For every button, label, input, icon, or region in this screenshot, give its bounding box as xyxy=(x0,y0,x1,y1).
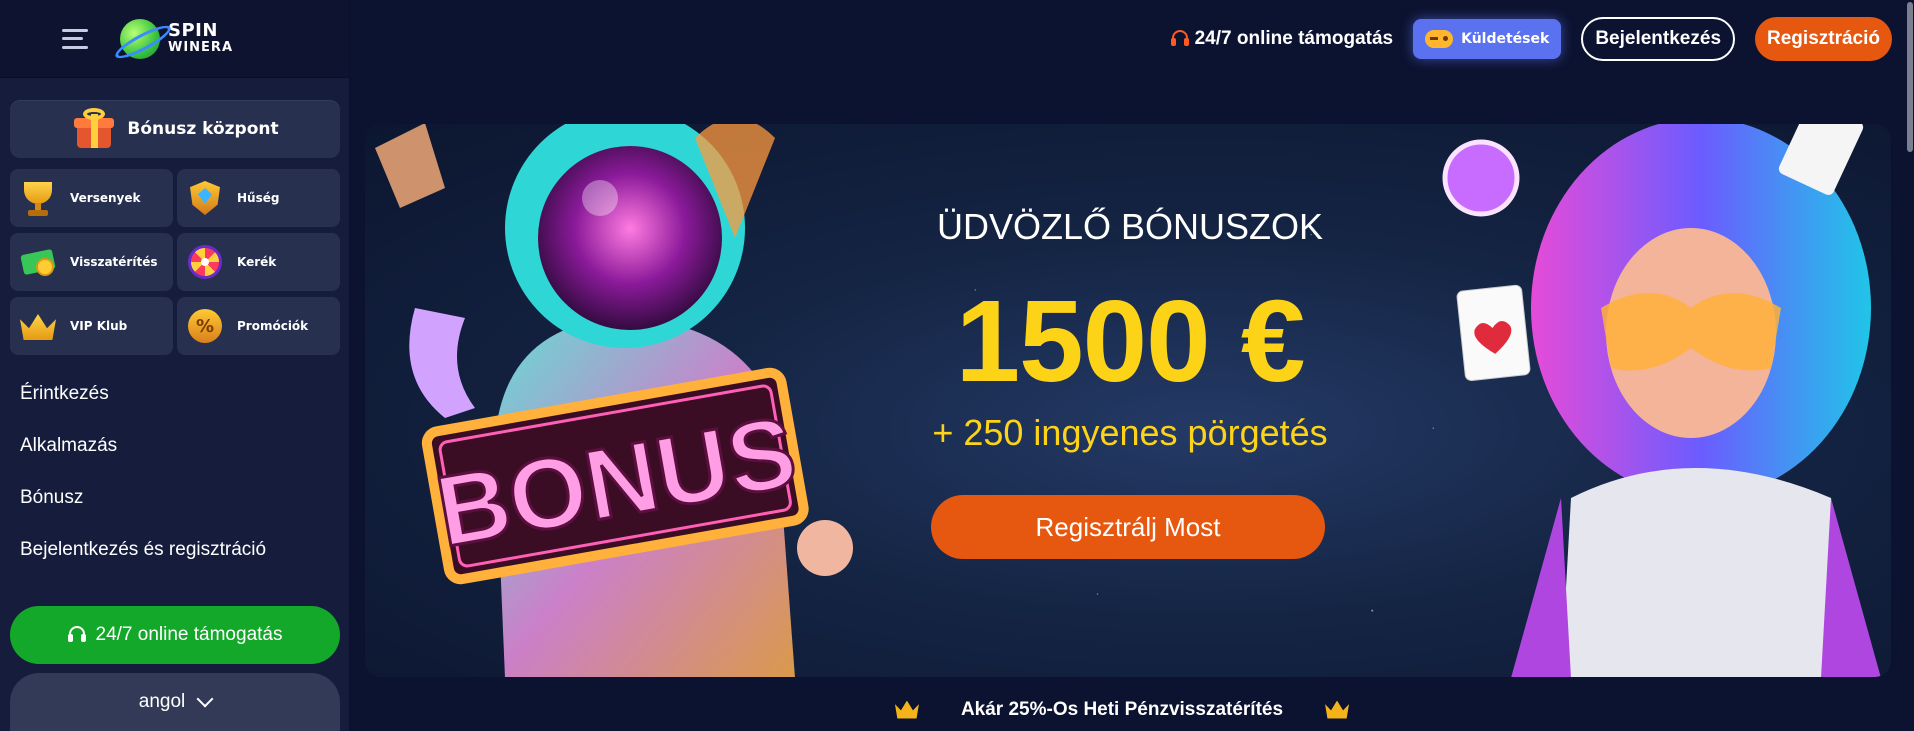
header-support[interactable]: 24/7 online támogatás xyxy=(1170,28,1394,50)
shield-icon xyxy=(185,178,225,218)
logo-line2: WINERA xyxy=(168,39,234,55)
language-value: angol xyxy=(138,691,186,712)
sidebar-item-label: Versenyek xyxy=(70,191,141,205)
gamepad-icon xyxy=(1425,30,1454,48)
support-button[interactable]: 24/7 online támogatás xyxy=(10,606,340,664)
sidebar-header: SPIN WINERA xyxy=(0,0,349,78)
sidebar-item-cashback[interactable]: Visszatérítés xyxy=(10,233,173,291)
nav-link-login-register[interactable]: Bejelentkezés és regisztráció xyxy=(20,539,266,561)
cashback-text: Akár 25%-Os Heti Pénzvisszatérítés xyxy=(960,698,1284,720)
chevron-down-icon xyxy=(196,690,214,708)
crown-icon xyxy=(894,700,919,719)
welcome-bonus-banner[interactable]: BONUS ÜDVÖZLŐ BÓNUSZOK 1500 € + 250 ingy… xyxy=(365,124,1891,677)
nav-link-app[interactable]: Alkalmazás xyxy=(20,435,117,457)
sidebar-item-loyalty[interactable]: Hűség xyxy=(177,169,340,227)
register-button[interactable]: Regisztráció xyxy=(1755,17,1892,61)
headset-icon xyxy=(67,626,86,644)
sidebar-item-label: Promóciók xyxy=(237,319,309,333)
sidebar-grid: Versenyek Hűség Visszatérítés Kerék VIP … xyxy=(10,169,340,355)
missions-button[interactable]: Küldetések xyxy=(1413,19,1562,59)
language-select[interactable]: angol xyxy=(10,673,340,731)
logo[interactable]: SPIN WINERA xyxy=(120,18,234,59)
crown-icon xyxy=(18,306,58,346)
page-scrollbar[interactable] xyxy=(1906,0,1914,731)
sidebar-item-vip[interactable]: VIP Klub xyxy=(10,297,173,355)
crown-icon xyxy=(1325,700,1350,719)
register-now-button[interactable]: Regisztrálj Most xyxy=(931,495,1325,559)
bonus-center-label: Bónusz központ xyxy=(127,119,279,139)
top-header: 24/7 online támogatás Küldetések Bejelen… xyxy=(350,0,1914,78)
banner-bonus-amount: 1500 € xyxy=(955,276,1306,406)
girl-illustration xyxy=(1442,124,1881,677)
support-button-label: 24/7 online támogatás xyxy=(95,624,283,645)
headset-icon xyxy=(1170,30,1189,48)
sidebar-item-promotions[interactable]: % Promóciók xyxy=(177,297,340,355)
sidebar-item-tournaments[interactable]: Versenyek xyxy=(10,169,173,227)
trophy-icon xyxy=(18,178,58,218)
planet-logo-icon xyxy=(120,18,160,59)
sidebar-item-wheel[interactable]: Kerék xyxy=(177,233,340,291)
astronaut-illustration: BONUS xyxy=(375,124,853,677)
gift-icon xyxy=(71,108,117,150)
logo-line1: SPIN xyxy=(168,19,218,41)
cashback-strip[interactable]: Akár 25%-Os Heti Pénzvisszatérítés xyxy=(340,688,1904,731)
bonus-center-button[interactable]: Bónusz központ xyxy=(10,100,340,158)
cash-icon xyxy=(18,242,58,282)
nav-link-bonus[interactable]: Bónusz xyxy=(20,487,83,509)
sidebar: SPIN WINERA Bónusz központ Versenyek Hűs… xyxy=(0,0,350,731)
sidebar-item-label: Kerék xyxy=(237,255,277,269)
missions-label: Küldetések xyxy=(1461,31,1550,47)
login-button[interactable]: Bejelentkezés xyxy=(1581,17,1736,61)
hamburger-menu-icon[interactable] xyxy=(62,28,88,49)
sidebar-item-label: Hűség xyxy=(237,191,280,205)
nav-link-contact[interactable]: Érintkezés xyxy=(20,383,109,405)
banner-heading: ÜDVÖZLŐ BÓNUSZOK xyxy=(936,206,1324,247)
wheel-icon xyxy=(185,242,225,282)
scrollbar-thumb[interactable] xyxy=(1907,2,1913,152)
banner-free-spins: + 250 ingyenes pörgetés xyxy=(932,412,1328,453)
sidebar-item-label: VIP Klub xyxy=(70,319,128,333)
header-support-label: 24/7 online támogatás xyxy=(1194,28,1394,49)
sidebar-item-label: Visszatérítés xyxy=(70,255,158,269)
percent-icon: % xyxy=(185,306,225,346)
